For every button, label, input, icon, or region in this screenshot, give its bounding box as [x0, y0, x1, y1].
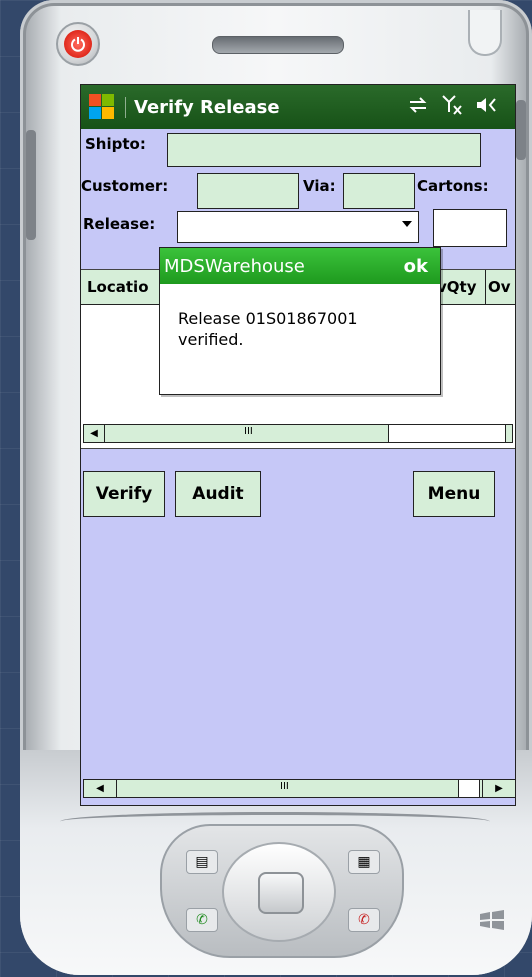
customer-field[interactable] — [197, 173, 299, 209]
power-button[interactable] — [56, 22, 100, 66]
dialog-ok-button[interactable]: ok — [404, 256, 428, 277]
scroll-right-arrow-icon[interactable]: ▶ — [482, 780, 515, 797]
column-header-vqty[interactable]: vQty — [437, 278, 476, 296]
verify-button[interactable]: Verify — [83, 471, 165, 517]
scroll-thumb[interactable] — [388, 425, 506, 442]
customer-label: Customer: — [81, 177, 169, 195]
cartons-label: Cartons: — [417, 177, 489, 195]
hardware-controls: ▤ ▦ ✆ ✆ — [160, 824, 404, 958]
window-title: Verify Release — [125, 96, 280, 118]
scroll-grip: III — [280, 781, 289, 792]
grid-horizontal-scrollbar[interactable]: ◀ III — [83, 424, 513, 443]
status-bar: Verify Release — [81, 85, 515, 129]
call-end-icon[interactable]: ✆ — [348, 908, 380, 932]
via-field[interactable] — [343, 173, 415, 209]
top-right-key[interactable] — [468, 10, 502, 56]
audit-button[interactable]: Audit — [175, 471, 261, 517]
calendar-key-icon[interactable]: ▦ — [348, 850, 380, 874]
column-header-ov[interactable]: Ov — [488, 278, 511, 296]
sync-arrows-icon[interactable] — [407, 96, 429, 118]
bottom-horizontal-scrollbar[interactable]: ◀ III ▶ — [83, 779, 515, 798]
call-answer-icon[interactable]: ✆ — [186, 908, 218, 932]
scroll-left-arrow-icon[interactable]: ◀ — [84, 780, 117, 797]
earpiece-speaker — [212, 36, 344, 54]
scroll-left-arrow-icon[interactable]: ◀ — [84, 425, 105, 442]
dialog-title: MDSWarehouse — [164, 255, 305, 277]
no-signal-icon[interactable] — [441, 94, 463, 120]
scroll-grip: III — [244, 426, 253, 437]
chevron-down-icon — [402, 221, 412, 227]
dpad-center-button[interactable] — [258, 872, 304, 914]
dialog-message: Release 01S01867001 verified. — [178, 309, 358, 349]
navigation-dpad[interactable] — [222, 842, 336, 942]
shipto-field[interactable] — [167, 133, 481, 167]
release-dropdown[interactable] — [177, 211, 419, 243]
scroll-thumb[interactable] — [458, 780, 480, 797]
device-screen: Verify Release Shipto: Customer: Via: Ca… — [80, 84, 516, 806]
power-icon — [64, 30, 92, 58]
side-button-right[interactable] — [516, 100, 526, 160]
via-label: Via: — [303, 177, 336, 195]
windows-flag-icon[interactable] — [89, 94, 115, 120]
form-area: Shipto: Customer: Via: Cartons: Release:… — [81, 129, 515, 805]
dialog-header: MDSWarehouse ok — [160, 248, 440, 284]
message-dialog: MDSWarehouse ok Release 01S01867001 veri… — [159, 247, 441, 395]
release-label: Release: — [83, 215, 156, 233]
shipto-label: Shipto: — [85, 135, 146, 153]
windows-logo-icon — [478, 910, 508, 930]
column-header-location[interactable]: Locatio — [87, 278, 149, 296]
release-qty-field[interactable] — [433, 209, 507, 247]
side-button-left[interactable] — [26, 130, 36, 240]
menu-button[interactable]: Menu — [413, 471, 495, 517]
pocket-pc-device: Verify Release Shipto: Customer: Via: Ca… — [20, 0, 532, 975]
contacts-key-icon[interactable]: ▤ — [186, 850, 218, 874]
speaker-icon[interactable] — [475, 95, 499, 119]
